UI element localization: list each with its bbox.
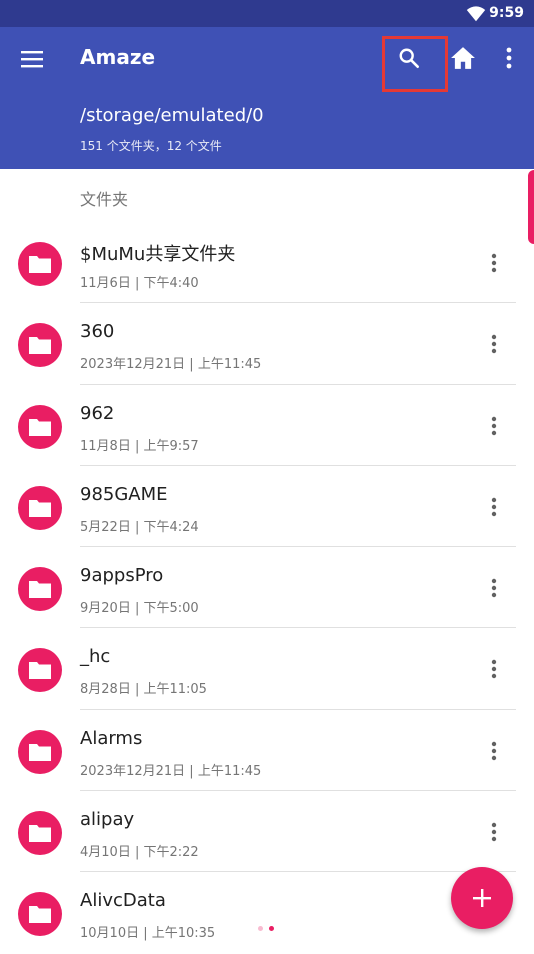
more-vert-icon [491, 822, 497, 842]
more-vert-icon [506, 47, 512, 69]
folder-name: _hc [80, 646, 111, 668]
folder-icon [18, 323, 62, 368]
home-button[interactable] [446, 41, 480, 75]
item-more-button[interactable] [482, 575, 506, 601]
section-header-folders: 文件夹 [80, 190, 129, 209]
folder-date: 11月6日 | 下午4:40 [80, 276, 199, 291]
folder-name: alipay [80, 809, 135, 831]
more-vert-icon [491, 253, 497, 273]
folder-date: 4月10日 | 下午2:22 [80, 845, 199, 861]
item-more-button[interactable] [482, 738, 506, 764]
folder-date: 8月28日 | 上午11:05 [80, 682, 207, 698]
folder-name: 9appsPro [80, 565, 164, 587]
wifi-icon [466, 6, 486, 22]
list-item[interactable]: 985GAME 5月22日 | 下午4:24 [0, 466, 534, 548]
page-dot-inactive [258, 926, 263, 931]
folder-name: 360 [80, 321, 115, 343]
more-vert-icon [491, 741, 497, 760]
more-vert-icon [491, 497, 497, 517]
page-dot-active [269, 926, 274, 931]
folder-icon [18, 485, 62, 530]
folder-name: 985GAME [80, 483, 168, 505]
folder-summary: 151 个文件夹，12 个文件 [80, 139, 222, 153]
list-item[interactable]: 9appsPro 9月20日 | 下午5:00 [0, 547, 534, 629]
folder-icon [18, 242, 62, 286]
plus-icon [473, 889, 491, 907]
folder-icon [18, 811, 62, 856]
folder-icon [18, 648, 62, 693]
app-bar: Amaze /storage/emulated/0 151 个文件夹，12 个文… [0, 27, 534, 169]
folder-date: 2023年12月21日 | 上午11:45 [80, 357, 262, 373]
app-title: Amaze [80, 45, 156, 69]
more-vert-icon [491, 416, 497, 435]
list-item[interactable]: 962 11月8日 | 上午9:57 [0, 385, 534, 466]
home-icon [451, 47, 475, 69]
folder-date: 9月20日 | 下午5:00 [80, 601, 199, 617]
folder-icon [18, 567, 62, 612]
menu-icon [21, 51, 43, 68]
more-vert-icon [491, 578, 497, 598]
list-item[interactable]: $MuMu共享文件夹 11月6日 | 下午4:40 [0, 222, 534, 304]
search-button[interactable] [392, 41, 426, 75]
add-fab-button[interactable] [451, 867, 513, 929]
folder-icon [18, 404, 62, 449]
search-icon [399, 48, 419, 68]
list-item[interactable]: _hc 8月28日 | 上午11:05 [0, 628, 534, 710]
more-vert-icon [491, 335, 497, 354]
list-item[interactable]: alipay 4月10日 | 下午2:22 [0, 791, 534, 873]
current-path: /storage/emulated/0 [80, 105, 264, 126]
item-more-button[interactable] [482, 494, 506, 520]
status-time: 9:59 [489, 5, 524, 21]
folder-list: $MuMu共享文件夹 11月6日 | 下午4:40 360 2023年12月21… [0, 222, 534, 954]
folder-name: $MuMu共享文件夹 [80, 244, 236, 265]
list-item[interactable]: Alarms 2023年12月21日 | 上午11:45 [0, 710, 534, 792]
folder-name: AlivcData [80, 890, 166, 912]
item-more-button[interactable] [482, 656, 506, 682]
more-vert-icon [491, 660, 497, 679]
folder-icon [18, 892, 62, 937]
folder-date: 5月22日 | 下午4:24 [80, 519, 199, 535]
folder-name: 962 [80, 402, 115, 424]
more-options-button[interactable] [494, 41, 524, 75]
menu-button[interactable] [16, 43, 48, 75]
folder-date: 11月8日 | 上午9:57 [80, 438, 199, 454]
folder-name: Alarms [80, 727, 143, 749]
item-more-button[interactable] [482, 331, 506, 357]
item-more-button[interactable] [482, 819, 506, 845]
folder-date: 10月10日 | 上午10:35 [80, 926, 216, 942]
status-bar: 9:59 [0, 0, 534, 27]
folder-icon [18, 729, 62, 774]
item-more-button[interactable] [482, 250, 506, 276]
page-indicator [258, 926, 274, 931]
folder-date: 2023年12月21日 | 上午11:45 [80, 763, 262, 779]
list-item[interactable]: 360 2023年12月21日 | 上午11:45 [0, 303, 534, 385]
item-more-button[interactable] [482, 413, 506, 439]
